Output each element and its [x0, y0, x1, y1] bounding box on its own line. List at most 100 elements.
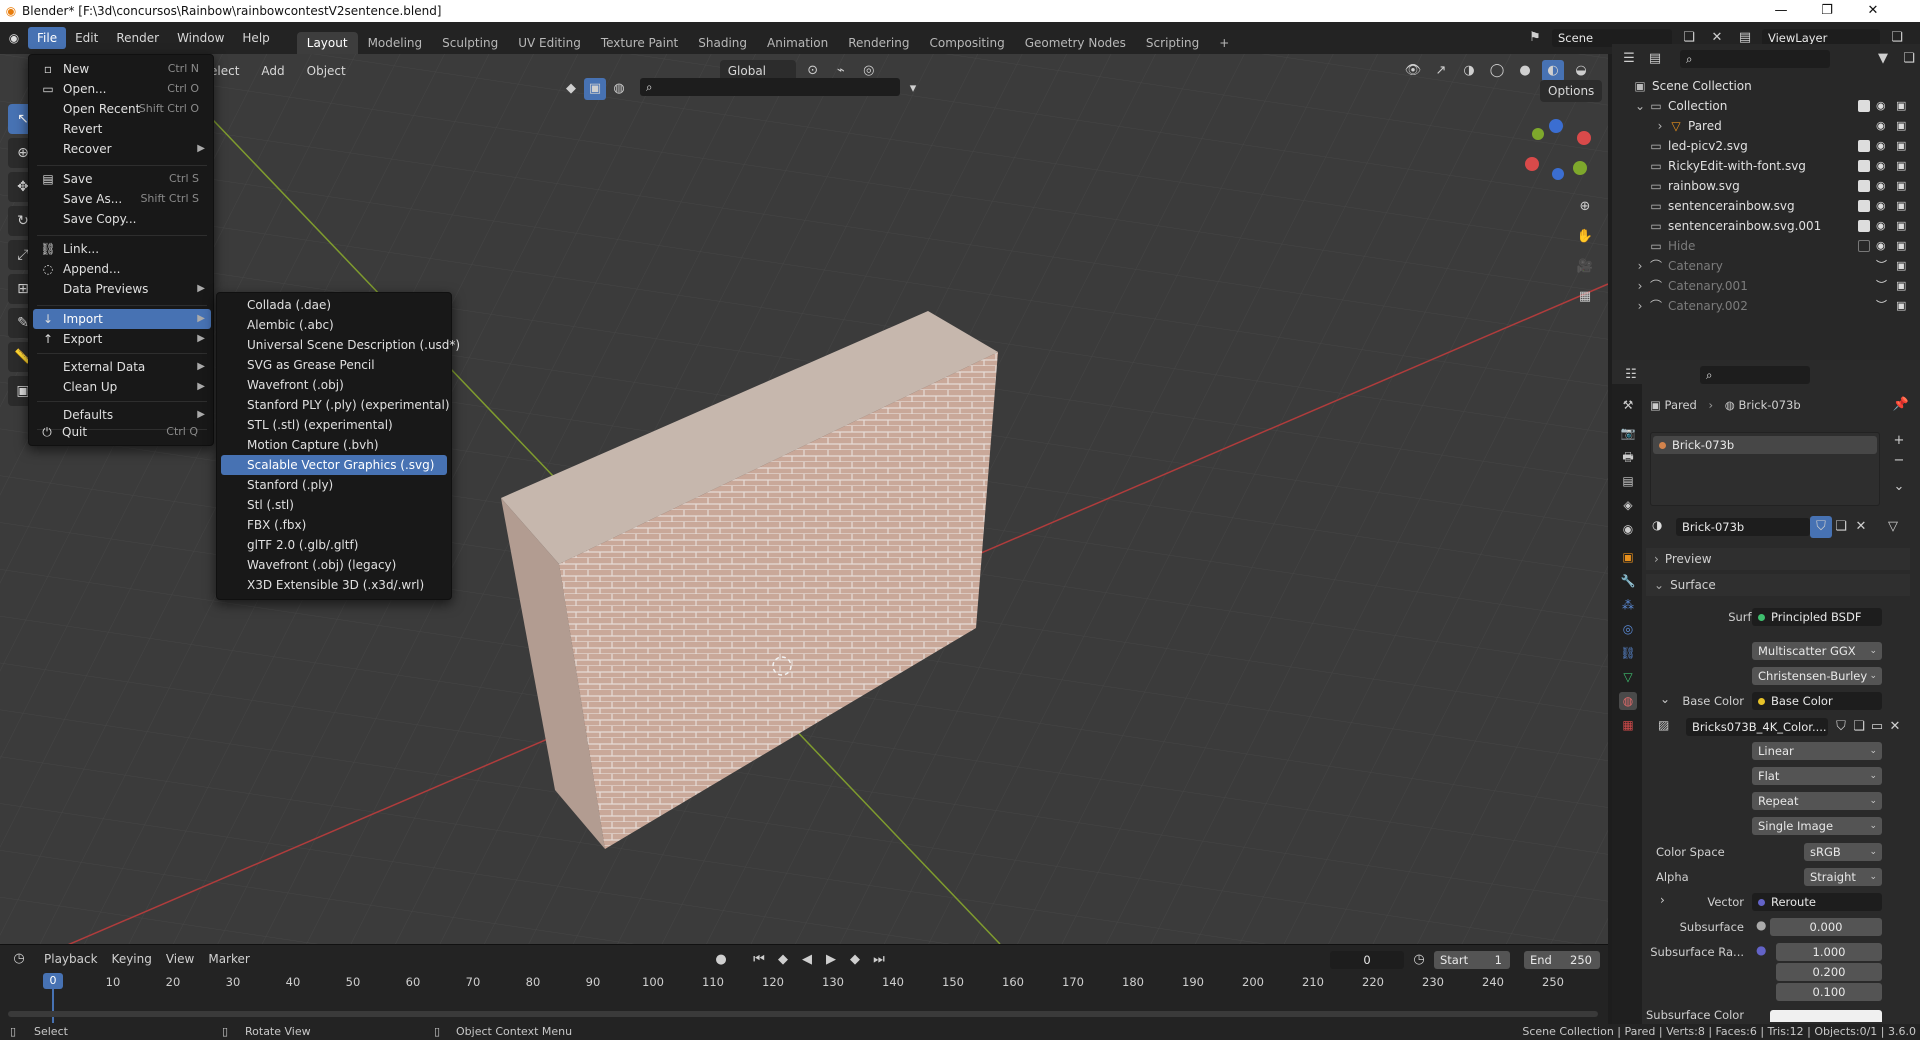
options-dropdown[interactable]: Options: [1540, 80, 1603, 102]
zoom-icon[interactable]: ⊕: [1574, 196, 1596, 218]
file-import[interactable]: ↓ Import ▶: [33, 309, 211, 329]
render-camera-icon[interactable]: ▣: [1896, 156, 1906, 176]
visibility-eye-icon[interactable]: ◉: [1876, 96, 1886, 116]
image-browse-icon[interactable]: ▨: [1658, 718, 1669, 732]
playhead[interactable]: 0: [43, 973, 63, 989]
ortho-grid-icon[interactable]: ▦: [1574, 286, 1596, 308]
outliner-row[interactable]: ⌄ ▭ Collection ◉ ▣: [1612, 96, 1920, 116]
subsurface-value[interactable]: 0.000: [1770, 918, 1882, 936]
add-slot-icon[interactable]: +: [1888, 430, 1910, 452]
projection-dropdown[interactable]: Flat ⌄: [1752, 767, 1882, 785]
visibility-eye-icon[interactable]: ◉: [1876, 236, 1886, 256]
menu-edit[interactable]: Edit: [66, 27, 107, 49]
properties-search-input[interactable]: ⌕: [1700, 366, 1810, 384]
outliner-row[interactable]: › ⌒ Catenary ︶ ▣: [1612, 256, 1920, 276]
import-svg[interactable]: Scalable Vector Graphics (.svg): [221, 455, 447, 475]
visibility-eye-icon[interactable]: ︶: [1876, 276, 1887, 296]
file-data-previews[interactable]: Data Previews ▶: [33, 279, 211, 299]
file-link[interactable]: ⛓ Link...: [33, 239, 211, 259]
file-append[interactable]: ◌ Append...: [33, 259, 211, 279]
tab-texture-paint[interactable]: Texture Paint: [591, 32, 688, 54]
remove-slot-icon[interactable]: −: [1888, 450, 1910, 472]
file-open[interactable]: ▭ Open... Ctrl O: [33, 79, 211, 99]
import-gltf[interactable]: glTF 2.0 (.glb/.gltf): [221, 535, 447, 555]
menu-render[interactable]: Render: [107, 27, 168, 49]
expand-arrow-icon[interactable]: ›: [1652, 116, 1668, 136]
exclude-checkbox[interactable]: [1858, 180, 1870, 192]
tab-animation[interactable]: Animation: [757, 32, 838, 54]
tab-uv-editing[interactable]: UV Editing: [508, 32, 591, 54]
import-usd[interactable]: Universal Scene Description (.usd*): [221, 335, 460, 355]
paint-mode-icon[interactable]: ◆: [560, 78, 582, 100]
mask-icon[interactable]: ◍: [608, 78, 630, 100]
import-stanford-ply-experimental[interactable]: Stanford PLY (.ply) (experimental): [221, 395, 450, 415]
material-preview-icon[interactable]: ◐: [1542, 60, 1564, 82]
file-save-as[interactable]: Save As... Shift Ctrl S: [33, 189, 211, 209]
vector-field[interactable]: Reroute: [1752, 893, 1882, 911]
expand-arrow-icon[interactable]: ⌄: [1632, 96, 1648, 116]
distribution-dropdown[interactable]: Multiscatter GGX ⌄: [1752, 642, 1882, 660]
material-name-field[interactable]: Brick-073b: [1676, 518, 1810, 536]
outliner-row[interactable]: › ▽ Pared ◉ ▣: [1612, 116, 1920, 136]
source-dropdown[interactable]: Single Image ⌄: [1752, 817, 1882, 835]
exclude-checkbox[interactable]: [1858, 240, 1870, 252]
blender-menu-icon[interactable]: ◉: [0, 31, 28, 45]
display-mode-icon[interactable]: ▤: [1644, 48, 1666, 70]
import-wavefront-obj[interactable]: Wavefront (.obj): [221, 375, 447, 395]
material-tab-icon[interactable]: ◍: [1619, 692, 1637, 710]
gizmo-toggle-icon[interactable]: ↗: [1430, 60, 1452, 82]
output-tab-icon[interactable]: 🖶: [1619, 448, 1637, 466]
overlay-icon[interactable]: ◑: [1458, 60, 1480, 82]
import-wavefront-legacy[interactable]: Wavefront (.obj) (legacy): [221, 555, 447, 575]
file-clean-up[interactable]: Clean Up ▶: [33, 377, 211, 397]
interpolation-dropdown[interactable]: Linear ⌄: [1752, 742, 1882, 760]
exclude-checkbox[interactable]: [1858, 220, 1870, 232]
outliner-row[interactable]: ▭ led-picv2.svg ◉ ▣: [1612, 136, 1920, 156]
tab-rendering[interactable]: Rendering: [838, 32, 919, 54]
outliner-editor-icon[interactable]: ☰: [1618, 48, 1640, 70]
outliner-row[interactable]: ▭ rainbow.svg ◉ ▣: [1612, 176, 1920, 196]
play-reverse-icon[interactable]: ◀: [796, 949, 818, 971]
import-fbx[interactable]: FBX (.fbx): [221, 515, 447, 535]
file-new[interactable]: ▫ New Ctrl N: [33, 59, 211, 79]
pan-hand-icon[interactable]: ✋: [1574, 226, 1596, 248]
preview-range-icon[interactable]: ◷: [1408, 949, 1430, 971]
outliner-scene-collection[interactable]: ▣ Scene Collection: [1612, 76, 1920, 96]
tab-sculpting[interactable]: Sculpting: [432, 32, 508, 54]
tab-shading[interactable]: Shading: [688, 32, 757, 54]
visibility-eye-icon[interactable]: ︶: [1876, 256, 1887, 276]
visibility-eye-icon[interactable]: ︶: [1876, 296, 1887, 316]
outliner-row[interactable]: ▭ RickyEdit-with-font.svg ◉ ▣: [1612, 156, 1920, 176]
fake-user-icon[interactable]: ⛉: [1810, 516, 1832, 538]
outliner-row[interactable]: ▭ sentencerainbow.svg.001 ◉ ▣: [1612, 216, 1920, 236]
add-menu[interactable]: Add: [253, 60, 292, 82]
surface-shader-field[interactable]: Principled BSDF: [1752, 608, 1882, 626]
browse-material-icon[interactable]: ◑: [1652, 518, 1662, 532]
visibility-eye-icon[interactable]: ◉: [1876, 216, 1886, 236]
scene-icon[interactable]: ⚑: [1524, 27, 1546, 49]
world-tab-icon[interactable]: ◉: [1619, 520, 1637, 538]
exclude-checkbox[interactable]: [1858, 160, 1870, 172]
wireframe-shading-icon[interactable]: ◯: [1486, 60, 1508, 82]
playback-menu[interactable]: Playback: [44, 952, 98, 966]
file-revert[interactable]: Revert: [33, 119, 211, 139]
import-stanford-ply[interactable]: Stanford (.ply): [221, 475, 447, 495]
outliner-filter-icon[interactable]: ▼: [1872, 48, 1894, 70]
material-slot[interactable]: Brick-073b: [1653, 436, 1877, 454]
timeline-view-menu[interactable]: View: [166, 952, 194, 966]
minimize-button[interactable]: —: [1758, 0, 1804, 22]
close-window-button[interactable]: ✕: [1850, 0, 1896, 22]
menu-window[interactable]: Window: [168, 27, 233, 49]
view-layer-tab-icon[interactable]: ▤: [1619, 472, 1637, 490]
outliner-search-input[interactable]: ⌕: [1680, 50, 1830, 68]
file-recover[interactable]: Recover ▶: [33, 139, 211, 159]
render-camera-icon[interactable]: ▣: [1896, 216, 1906, 236]
import-motion-capture[interactable]: Motion Capture (.bvh): [221, 435, 447, 455]
timeline-editor-icon[interactable]: ◷: [8, 948, 30, 970]
particles-tab-icon[interactable]: ⁂: [1619, 596, 1637, 614]
tab-modeling[interactable]: Modeling: [358, 32, 433, 54]
import-stl[interactable]: Stl (.stl): [221, 495, 447, 515]
add-workspace-icon[interactable]: +: [1209, 32, 1239, 54]
exclude-checkbox[interactable]: [1858, 200, 1870, 212]
viewport-search-input[interactable]: ⌕: [640, 78, 900, 96]
